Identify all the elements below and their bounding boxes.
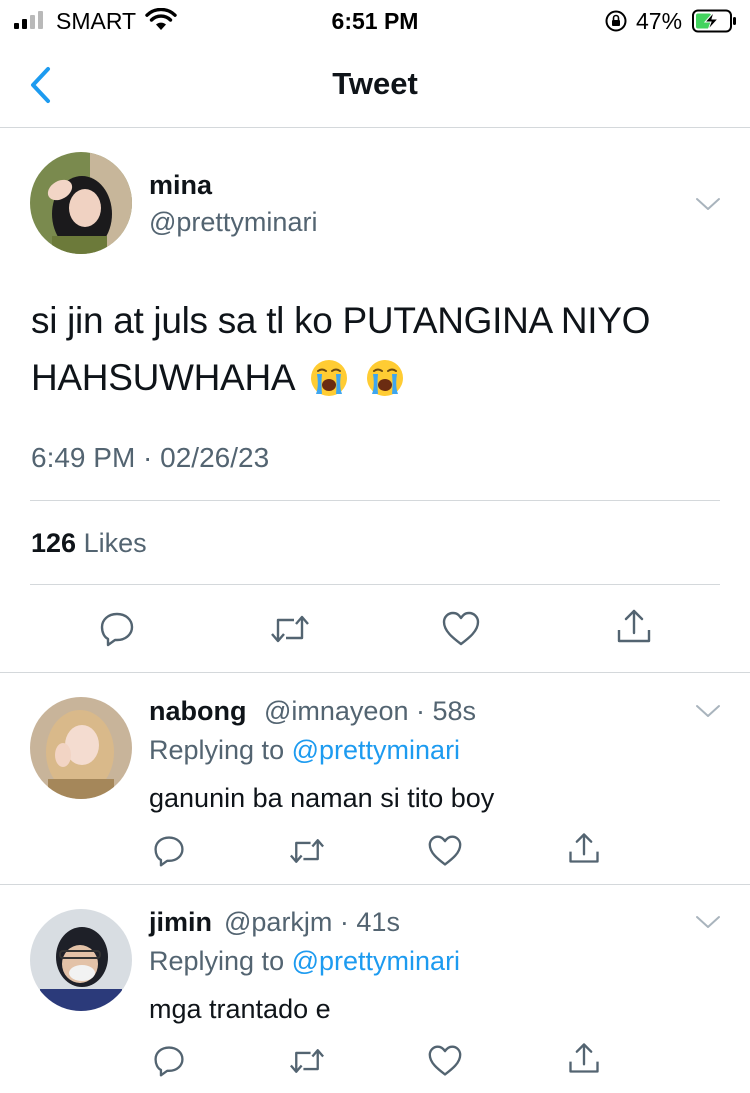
retweet-icon[interactable] (287, 834, 327, 868)
tweet-timestamp: 6:49 PM · 02/26/23 (31, 442, 270, 473)
chevron-down-icon[interactable] (695, 196, 721, 212)
author-name[interactable]: mina (149, 170, 212, 201)
chevron-down-icon[interactable] (695, 914, 721, 930)
reply-text: ganunin ba naman si tito boy (149, 783, 495, 813)
divider (30, 584, 720, 585)
author-handle[interactable]: @prettyminari (149, 207, 317, 238)
battery-percentage: 47% (636, 8, 683, 34)
rotation-lock-icon (605, 10, 627, 32)
like-icon[interactable] (427, 834, 463, 868)
likes-stat[interactable]: 126 Likes (31, 528, 147, 559)
retweet-icon[interactable] (268, 610, 312, 648)
like-icon[interactable] (427, 1044, 463, 1078)
replying-to-label: Replying to (149, 946, 285, 976)
reply-handle-time[interactable]: @imnayeon · 58s (264, 696, 476, 727)
tweet-text: si jin at juls sa tl ko PUTANGINA NIYO H… (31, 292, 721, 406)
divider (30, 500, 720, 501)
avatar[interactable] (30, 152, 132, 254)
retweet-icon[interactable] (287, 1044, 327, 1078)
tweet-text-line2: HAHSUWHAHA (31, 357, 294, 398)
share-icon[interactable] (566, 1040, 602, 1076)
like-icon[interactable] (441, 610, 481, 648)
tweet-text-line1: si jin at juls sa tl ko PUTANGINA NIYO (31, 300, 651, 341)
reply-author-name[interactable]: nabong (149, 696, 246, 727)
tweet-header: Tweet (0, 42, 750, 128)
loudly-crying-face-icon (367, 360, 404, 396)
avatar[interactable] (30, 697, 132, 799)
likes-count: 126 (31, 528, 77, 558)
avatar[interactable] (30, 909, 132, 1011)
divider (0, 884, 750, 885)
replying-to-mention[interactable]: @prettyminari (292, 946, 460, 976)
replying-to: Replying to @prettyminari (149, 735, 460, 766)
reply-handle-time[interactable]: @parkjm · 41s (224, 907, 400, 938)
share-icon[interactable] (614, 606, 654, 646)
replying-to-mention[interactable]: @prettyminari (292, 735, 460, 765)
loudly-crying-face-icon (311, 360, 348, 396)
replying-to-label: Replying to (149, 735, 285, 765)
reply-icon[interactable] (152, 834, 186, 868)
status-bar: SMART 6:51 PM 47% (0, 0, 750, 42)
divider (0, 672, 750, 673)
reply-text: mga trantado e (149, 994, 331, 1024)
reply-icon[interactable] (152, 1044, 186, 1078)
reply-icon[interactable] (98, 610, 136, 648)
chevron-down-icon[interactable] (695, 703, 721, 719)
reply-author-name[interactable]: jimin (149, 907, 212, 938)
battery-charging-icon (692, 9, 736, 33)
likes-label: Likes (83, 528, 147, 558)
page-title: Tweet (332, 66, 418, 101)
share-icon[interactable] (566, 830, 602, 866)
replying-to: Replying to @prettyminari (149, 946, 460, 977)
